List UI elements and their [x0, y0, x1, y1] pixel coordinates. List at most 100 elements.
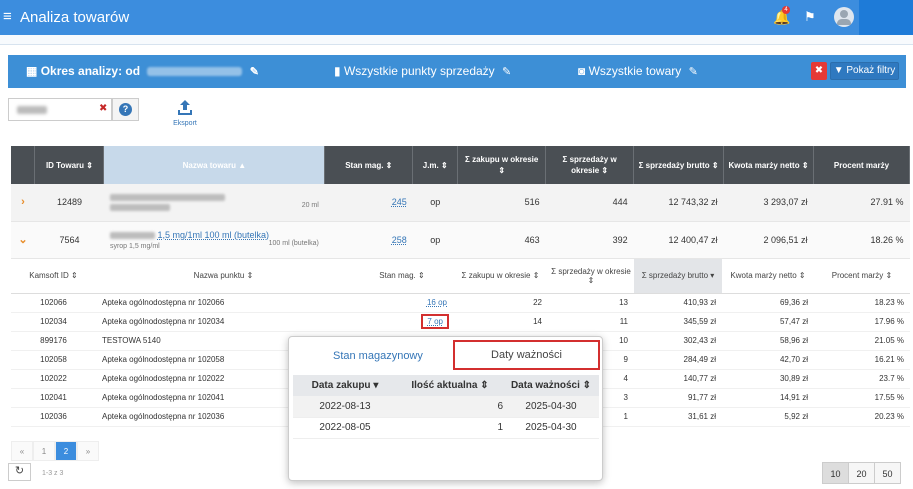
unit: op	[412, 221, 458, 259]
points-filter[interactable]: ▮ Wszystkie punkty sprzedaży ✎	[334, 64, 511, 78]
clear-filters-button[interactable]: ✖	[811, 62, 827, 80]
point-sales: 11	[548, 312, 634, 332]
popup-column-qty[interactable]: Ilość aktualna ⇕	[397, 375, 503, 396]
edit-icon[interactable]: ✎	[250, 66, 259, 78]
sub-column-name[interactable]: Nazwa punktu ⇕	[96, 259, 351, 294]
tab-stock[interactable]: Stan magazynowy	[333, 350, 423, 362]
point-stock[interactable]: 7 op	[351, 312, 453, 332]
refresh-icon: ↻	[14, 465, 25, 477]
stock-link[interactable]: 16 op	[427, 298, 447, 307]
notification-badge: 4	[782, 6, 790, 14]
page-size-20[interactable]: 20	[848, 462, 875, 484]
show-filters-button[interactable]: ▼ Pokaż filtry	[830, 62, 899, 80]
point-percent: 18.23 %	[814, 293, 910, 313]
page-size-10[interactable]: 10	[822, 462, 849, 484]
table-row[interactable]: › 12489 20 ml 245 op 516 444 12 743,32 z…	[11, 184, 910, 222]
search-input[interactable]: ✖	[8, 98, 112, 121]
sub-column-sales[interactable]: Σ sprzedaży w okresie ⇕	[548, 259, 634, 294]
column-stock[interactable]: Stan mag. ⇕	[324, 146, 414, 184]
help-button[interactable]: ?	[112, 98, 139, 121]
table-row[interactable]: 2022-08-13 6 2025-04-30	[293, 396, 599, 418]
product-id: 7564	[34, 221, 104, 259]
point-id: 899176	[11, 331, 96, 351]
column-margin[interactable]: Kwota marży netto ⇕	[723, 146, 814, 184]
collapse-icon[interactable]: ⌄	[11, 221, 35, 259]
page-2-button[interactable]: 2	[55, 441, 77, 461]
edit-icon[interactable]: ✎	[689, 66, 698, 78]
percent: 18.26 %	[813, 221, 910, 259]
stock-link[interactable]: 245	[392, 197, 407, 207]
purchase: 463	[457, 221, 546, 259]
unit: op	[412, 184, 458, 222]
column-unit[interactable]: J.m. ⇕	[412, 146, 459, 184]
point-percent: 17.96 %	[814, 312, 910, 332]
stock-popup: Stan magazynowy Daty ważności Data zakup…	[288, 336, 603, 481]
sales: 392	[545, 221, 634, 259]
purchase-date: 2022-08-13	[293, 396, 397, 418]
popup-column-date[interactable]: Data zakupu ▾	[293, 375, 397, 396]
tab-expiry[interactable]: Daty ważności	[453, 340, 600, 370]
flag-icon[interactable]: ⚑	[804, 9, 816, 25]
column-id[interactable]: ID Towaru ⇕	[34, 146, 105, 184]
table-row[interactable]: 2022-08-05 1 2025-04-30	[293, 417, 599, 439]
point-gross: 284,49 zł	[634, 350, 722, 370]
prev-page-button[interactable]: «	[11, 441, 33, 461]
point-stock[interactable]: 16 op	[351, 293, 453, 313]
point-margin: 5,92 zł	[722, 407, 814, 427]
edit-icon[interactable]: ✎	[502, 66, 511, 78]
user-menu[interactable]	[859, 0, 913, 35]
clear-search-icon[interactable]: ✖	[99, 103, 107, 114]
avatar[interactable]	[834, 7, 854, 27]
sub-column-gross[interactable]: Σ sprzedaży brutto ▾	[634, 259, 722, 294]
camera-icon: ◙	[578, 64, 586, 78]
column-gross[interactable]: Σ sprzedaży brutto ⇕	[633, 146, 725, 184]
column-percent[interactable]: Procent marży	[813, 146, 911, 184]
point-gross: 345,59 zł	[634, 312, 722, 332]
point-percent: 20.23 %	[814, 407, 910, 427]
result-count: 1-3 z 3	[42, 470, 64, 477]
sub-column-stock[interactable]: Stan mag. ⇕	[351, 259, 453, 294]
sub-column-margin[interactable]: Kwota marży netto ⇕	[722, 259, 814, 294]
point-margin: 69,36 zł	[722, 293, 814, 313]
column-name[interactable]: Nazwa towaru ▲	[103, 146, 326, 184]
show-filters-label: Pokaż filtry	[846, 65, 896, 76]
margin: 2 096,51 zł	[723, 221, 814, 259]
sub-column-percent[interactable]: Procent marży ⇕	[814, 259, 910, 294]
export-button[interactable]: Eksport	[172, 99, 198, 127]
stock-link[interactable]: 7 op	[421, 314, 449, 329]
table-row[interactable]: 102066 Apteka ogólnodostępna nr 102066 16 …	[11, 293, 910, 313]
point-margin: 58,96 zł	[722, 331, 814, 351]
point-gross: 140,77 zł	[634, 369, 722, 389]
building-icon: ▮	[334, 64, 341, 78]
next-page-button[interactable]: »	[77, 441, 99, 461]
product-id: 12489	[34, 184, 104, 222]
table-row[interactable]: ⌄ 7564 1,5 mg/1ml 100 ml (butelka) syrop…	[11, 221, 910, 259]
point-id: 102058	[11, 350, 96, 370]
percent: 27.91 %	[813, 184, 910, 222]
page-1-button[interactable]: 1	[33, 441, 55, 461]
stock-link[interactable]: 258	[392, 235, 407, 245]
products-filter[interactable]: ◙ Wszystkie towary ✎	[578, 64, 698, 78]
table-row[interactable]: 102034 Apteka ogólnodostępna nr 102034 7 o…	[11, 312, 910, 332]
gross: 12 743,32 zł	[633, 184, 724, 222]
export-label: Eksport	[173, 120, 197, 127]
point-id: 102022	[11, 369, 96, 389]
page-size-50[interactable]: 50	[874, 462, 901, 484]
sub-column-id[interactable]: Kamsoft ID ⇕	[11, 259, 96, 294]
refresh-button[interactable]: ↻	[8, 463, 31, 481]
hamburger-menu-icon[interactable]: ≡	[3, 9, 12, 24]
expand-icon[interactable]: ›	[11, 184, 35, 222]
column-sales[interactable]: Σ sprzedaży w okresie ⇕	[545, 146, 635, 184]
popup-column-expiry[interactable]: Data ważności ⇕	[503, 375, 599, 396]
point-sales: 13	[548, 293, 634, 313]
sub-column-purchase[interactable]: Σ zakupu w okresie ⇕	[453, 259, 548, 294]
point-id: 102066	[11, 293, 96, 313]
column-purchase[interactable]: Σ zakupu w okresie ⇕	[457, 146, 547, 184]
purchase-date: 2022-08-05	[293, 417, 397, 439]
pagination: «1 2»	[11, 441, 99, 461]
page-title: Analiza towarów	[20, 9, 130, 26]
product-name: 1,5 mg/1ml 100 ml (butelka) syrop 1,5 mg…	[103, 221, 325, 259]
expander-header	[11, 146, 36, 184]
period-filter[interactable]: ▦ Okres analizy: od ✎	[26, 64, 259, 78]
point-id: 102036	[11, 407, 96, 427]
